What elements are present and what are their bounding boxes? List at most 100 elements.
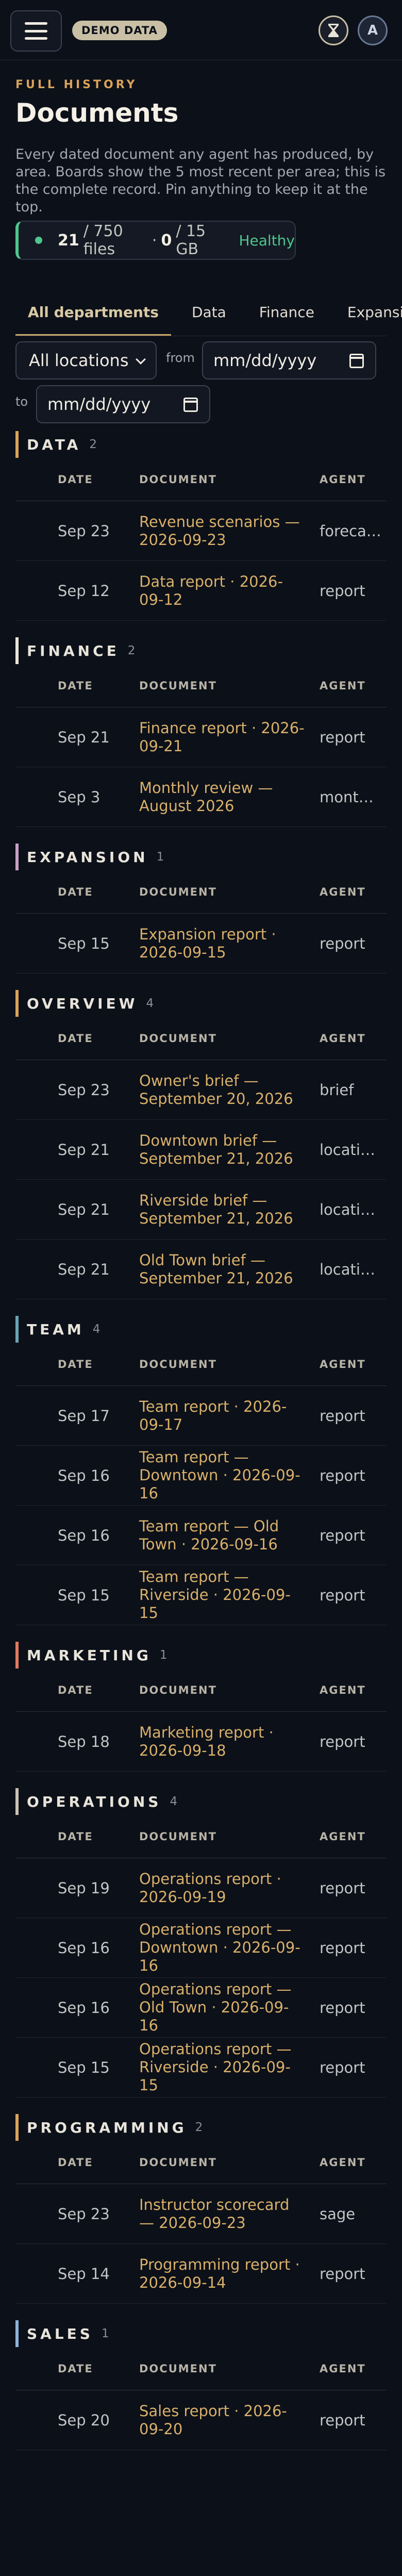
table-row[interactable]: Sep 15 Expansion report · 2026-09-15 repor… bbox=[15, 914, 387, 973]
section-count: 2 bbox=[127, 644, 136, 657]
document-link[interactable]: Operations report — Downtown · 2026-09-1… bbox=[139, 1921, 320, 1975]
document-link[interactable]: Operations report · 2026-09-19 bbox=[139, 1870, 320, 1906]
section-name: DATA bbox=[27, 436, 81, 453]
section-count: 1 bbox=[159, 1648, 167, 1662]
column-header-agent[interactable]: AGENT bbox=[320, 2156, 387, 2169]
document-link[interactable]: Monthly review — August 2026 bbox=[139, 779, 320, 815]
column-header-agent[interactable]: AGENT bbox=[320, 1032, 387, 1045]
stats-separator: · bbox=[152, 231, 157, 250]
column-header-agent[interactable]: AGENT bbox=[320, 1358, 387, 1370]
table-row[interactable]: Sep 15 Operations report — Riverside · 20… bbox=[15, 2038, 387, 2098]
row-date: Sep 21 bbox=[58, 1260, 110, 1278]
column-header-document[interactable]: DOCUMENT bbox=[139, 1684, 320, 1696]
document-link[interactable]: Operations report — Old Town · 2026-09-1… bbox=[139, 1980, 320, 2035]
column-header-document[interactable]: DOCUMENT bbox=[139, 2156, 320, 2169]
table-header: DATE DOCUMENT AGENT bbox=[15, 1017, 387, 1060]
column-header-document[interactable]: DOCUMENT bbox=[139, 886, 320, 898]
table-row[interactable]: Sep 21 Riverside brief — September 21, 20… bbox=[15, 1180, 387, 1240]
column-header-document[interactable]: DOCUMENT bbox=[139, 2363, 320, 2375]
document-link[interactable]: Expansion report · 2026-09-15 bbox=[139, 926, 320, 962]
table-row[interactable]: Sep 23 Instructor scorecard — 2026-09-23 s… bbox=[15, 2184, 387, 2244]
table-row[interactable]: Sep 23 Owner's brief — September 20, 2026… bbox=[15, 1060, 387, 1120]
document-link[interactable]: Revenue scenarios — 2026-09-23 bbox=[139, 513, 320, 549]
column-header-date[interactable]: DATE bbox=[15, 2156, 139, 2169]
column-header-date[interactable]: DATE bbox=[15, 1830, 139, 1843]
page-intro: Every dated document any agent has produ… bbox=[15, 146, 386, 215]
calendar-icon[interactable] bbox=[183, 398, 198, 412]
table-row[interactable]: Sep 23 Revenue scenarios — 2026-09-23 fore… bbox=[15, 501, 387, 561]
document-link[interactable]: Team report — Downtown · 2026-09-16 bbox=[139, 1448, 320, 1502]
table-row[interactable]: Sep 16 Team report — Old Town · 2026-09-1… bbox=[15, 1506, 387, 1565]
to-date-input[interactable]: mm/dd/yyyy bbox=[36, 385, 210, 423]
tab-finance[interactable]: Finance bbox=[247, 297, 327, 336]
health-status: Healthy bbox=[239, 232, 295, 249]
document-link[interactable]: Sales report · 2026-09-20 bbox=[139, 2402, 320, 2438]
document-link[interactable]: Downtown brief — September 21, 2026 bbox=[139, 1132, 320, 1168]
hourglass-button[interactable] bbox=[319, 15, 348, 45]
column-header-document[interactable]: DOCUMENT bbox=[139, 1830, 320, 1843]
column-header-date[interactable]: DATE bbox=[15, 2363, 139, 2375]
table-row[interactable]: Sep 20 Sales report · 2026-09-20 report bbox=[15, 2390, 387, 2450]
row-agent: location-brief bbox=[320, 1200, 387, 1218]
column-header-document[interactable]: DOCUMENT bbox=[139, 473, 320, 486]
document-link[interactable]: Team report · 2026-09-17 bbox=[139, 1398, 320, 1434]
column-header-date[interactable]: DATE bbox=[15, 1684, 139, 1696]
location-select[interactable]: All locations bbox=[15, 341, 157, 379]
column-header-date[interactable]: DATE bbox=[15, 1358, 139, 1370]
column-header-agent[interactable]: AGENT bbox=[320, 1830, 387, 1843]
row-agent: location-brief bbox=[320, 1260, 387, 1278]
document-link[interactable]: Programming report · 2026-09-14 bbox=[139, 2256, 320, 2292]
column-header-agent[interactable]: AGENT bbox=[320, 680, 387, 692]
from-date-input[interactable]: mm/dd/yyyy bbox=[202, 341, 376, 379]
table-row[interactable]: Sep 17 Team report · 2026-09-17 report bbox=[15, 1386, 387, 1446]
column-header-agent[interactable]: AGENT bbox=[320, 1684, 387, 1696]
document-link[interactable]: Finance report · 2026-09-21 bbox=[139, 719, 320, 755]
table-row[interactable]: Sep 3 Monthly review — August 2026 monthly… bbox=[15, 767, 387, 827]
document-sections: DATA 2 DATE DOCUMENT AGENT Sep 23 Revenue scen… bbox=[15, 431, 387, 2467]
table-header: DATE DOCUMENT AGENT bbox=[15, 870, 387, 914]
column-header-date[interactable]: DATE bbox=[15, 886, 139, 898]
column-header-date[interactable]: DATE bbox=[15, 1032, 139, 1045]
table-row[interactable]: Sep 21 Old Town brief — September 21, 202… bbox=[15, 1240, 387, 1299]
avatar[interactable]: A bbox=[358, 15, 388, 45]
tab-expansion[interactable]: Expansion bbox=[335, 297, 402, 336]
column-header-document[interactable]: DOCUMENT bbox=[139, 1358, 320, 1370]
table-row[interactable]: Sep 21 Downtown brief — September 21, 202… bbox=[15, 1120, 387, 1180]
document-link[interactable]: Team report — Old Town · 2026-09-16 bbox=[139, 1517, 320, 1554]
document-link[interactable]: Instructor scorecard — 2026-09-23 bbox=[139, 2196, 320, 2232]
table-row[interactable]: Sep 16 Operations report — Old Town · 202… bbox=[15, 1978, 387, 2038]
document-link[interactable]: Old Town brief — September 21, 2026 bbox=[139, 1251, 320, 1287]
document-link[interactable]: Operations report — Riverside · 2026-09-… bbox=[139, 2040, 320, 2094]
menu-button[interactable] bbox=[10, 10, 62, 52]
row-agent: forecaster bbox=[320, 522, 387, 540]
column-header-document[interactable]: DOCUMENT bbox=[139, 1032, 320, 1045]
table-row[interactable]: Sep 15 Team report — Riverside · 2026-09-… bbox=[15, 1565, 387, 1625]
column-header-date[interactable]: DATE bbox=[15, 473, 139, 486]
table-row[interactable]: Sep 14 Programming report · 2026-09-14 rep… bbox=[15, 2244, 387, 2304]
column-header-agent[interactable]: AGENT bbox=[320, 2363, 387, 2375]
tab-all-departments[interactable]: All departments bbox=[15, 297, 171, 336]
table-row[interactable]: Sep 21 Finance report · 2026-09-21 report bbox=[15, 707, 387, 767]
column-header-document[interactable]: DOCUMENT bbox=[139, 680, 320, 692]
row-date: Sep 23 bbox=[58, 1081, 110, 1099]
status-dot-icon bbox=[35, 237, 42, 244]
column-header-date[interactable]: DATE bbox=[15, 680, 139, 692]
table-row[interactable]: Sep 19 Operations report · 2026-09-19 repo… bbox=[15, 1858, 387, 1918]
document-link[interactable]: Marketing report · 2026-09-18 bbox=[139, 1724, 320, 1760]
table-row[interactable]: Sep 18 Marketing report · 2026-09-18 repor… bbox=[15, 1712, 387, 1772]
row-agent: report bbox=[320, 1879, 365, 1897]
tab-data[interactable]: Data bbox=[179, 297, 239, 336]
document-link[interactable]: Riverside brief — September 21, 2026 bbox=[139, 1192, 320, 1228]
document-link[interactable]: Owner's brief — September 20, 2026 bbox=[139, 1072, 320, 1108]
section-name: OPERATIONS bbox=[27, 1793, 162, 1810]
calendar-icon[interactable] bbox=[349, 354, 364, 368]
table-row[interactable]: Sep 16 Operations report — Downtown · 202… bbox=[15, 1918, 387, 1978]
column-header-agent[interactable]: AGENT bbox=[320, 886, 387, 898]
document-link[interactable]: Team report — Riverside · 2026-09-15 bbox=[139, 1568, 320, 1622]
document-link[interactable]: Data report · 2026-09-12 bbox=[139, 573, 320, 609]
column-header-agent[interactable]: AGENT bbox=[320, 473, 387, 486]
chevron-down-icon bbox=[136, 354, 146, 365]
section-name: TEAM bbox=[27, 1320, 85, 1338]
table-row[interactable]: Sep 16 Team report — Downtown · 2026-09-1… bbox=[15, 1446, 387, 1506]
table-row[interactable]: Sep 12 Data report · 2026-09-12 report bbox=[15, 561, 387, 621]
